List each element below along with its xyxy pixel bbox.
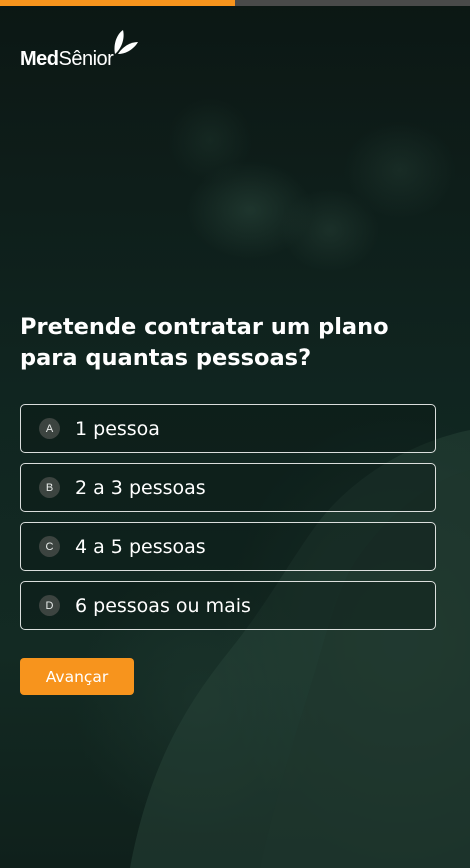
progress-bar (0, 0, 470, 6)
option-c[interactable]: C 4 a 5 pessoas (20, 522, 436, 571)
next-button[interactable]: Avançar (20, 658, 134, 695)
option-key-badge: C (39, 536, 60, 557)
question-title: Pretende contratar um plano para quantas… (20, 314, 389, 371)
logo-text-light: Sênior (58, 48, 114, 70)
option-d[interactable]: D 6 pessoas ou mais (20, 581, 436, 630)
option-label: 1 pessoa (75, 417, 160, 440)
leaf-icon (114, 30, 139, 54)
options-list: A 1 pessoa B 2 a 3 pessoas C 4 a 5 pesso… (20, 404, 436, 640)
progress-bar-fill (0, 0, 235, 6)
logo-text-bold: Med (20, 48, 59, 70)
option-label: 2 a 3 pessoas (75, 476, 206, 499)
option-key-badge: D (39, 595, 60, 616)
option-b[interactable]: B 2 a 3 pessoas (20, 463, 436, 512)
medsenior-logo: MedSênior (20, 18, 143, 70)
option-a[interactable]: A 1 pessoa (20, 404, 436, 453)
option-key-badge: A (39, 418, 60, 439)
option-label: 6 pessoas ou mais (75, 594, 251, 617)
logo-wordmark: MedSênior (20, 48, 114, 70)
option-label: 4 a 5 pessoas (75, 535, 206, 558)
option-key-badge: B (39, 477, 60, 498)
